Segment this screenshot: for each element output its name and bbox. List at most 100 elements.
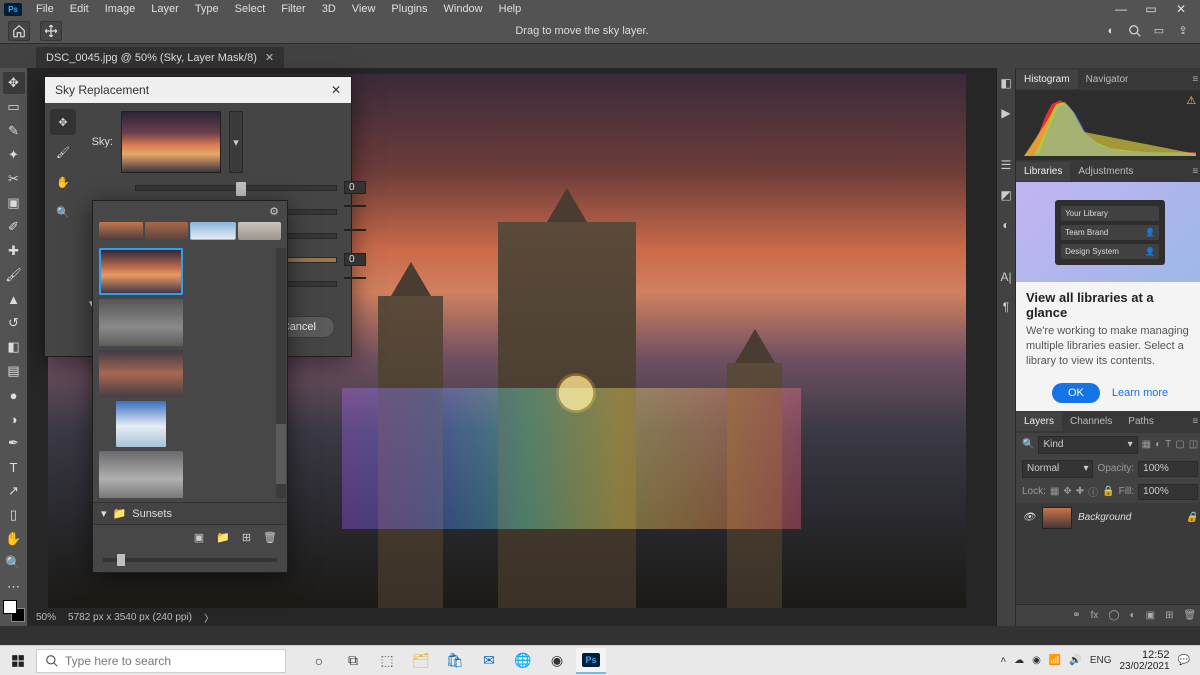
dialog-titlebar[interactable]: Sky Replacement ✕ [45, 77, 351, 103]
panel-icon-play[interactable]: ▶ [997, 104, 1015, 122]
mask-icon[interactable]: ◯ [1108, 610, 1119, 621]
tool-shape[interactable]: ▯ [3, 504, 25, 526]
lock-pixel-icon[interactable]: ✚ [1076, 486, 1084, 497]
picker-gear-icon[interactable]: ⚙ [269, 205, 279, 218]
tab-channels[interactable]: Channels [1062, 412, 1120, 431]
tray-notifications-icon[interactable]: 💬 [1178, 655, 1190, 666]
menu-3d[interactable]: 3D [314, 3, 344, 15]
menu-view[interactable]: View [344, 3, 384, 15]
taskbar-app-photoshop[interactable]: Ps [576, 648, 606, 674]
sky-preset-picker[interactable]: ⚙ ▾ 📁 Sunsets ▣ 📁 ⊞ 🗑 [92, 200, 288, 573]
category-swatch[interactable] [190, 222, 236, 240]
taskbar-app-mail[interactable]: ✉ [474, 648, 504, 674]
layer-filter-kind[interactable]: Kind▾ [1038, 436, 1137, 454]
filter-adjust-icon[interactable]: ◐ [1155, 439, 1161, 450]
link-layers-icon[interactable]: ⚭ [1072, 610, 1080, 621]
taskbar-cortana-icon[interactable]: ○ [304, 648, 334, 674]
tool-zoom[interactable]: 🔍 [3, 552, 25, 574]
category-swatch[interactable] [145, 222, 189, 240]
status-chevron[interactable]: 〉 [204, 610, 214, 625]
tool-edit-toolbar[interactable]: ⋯ [3, 576, 25, 598]
filter-type-icon[interactable]: T [1165, 439, 1171, 450]
layer-thumbnail[interactable] [1042, 507, 1072, 529]
lock-all-icon[interactable]: ▦ [1050, 486, 1059, 497]
taskbar-app-edge[interactable]: 🌐 [508, 648, 538, 674]
blend-mode-select[interactable]: Normal▾ [1022, 460, 1093, 478]
tool-marquee[interactable]: ▭ [3, 96, 25, 118]
sky-preset-thumbnail[interactable] [121, 111, 221, 173]
tab-paths[interactable]: Paths [1120, 412, 1162, 431]
dialog-tool-move[interactable]: ✥ [50, 109, 76, 135]
sky-preset-dropdown[interactable]: ▾ [229, 111, 243, 173]
panel-icon-color[interactable]: ◧ [997, 74, 1015, 92]
sky-preset-item[interactable] [116, 401, 166, 448]
document-tab-close[interactable]: ✕ [265, 51, 274, 64]
new-layer-icon[interactable]: ⊞ [1165, 610, 1173, 621]
lock-pos-icon[interactable]: ✥ [1063, 486, 1071, 497]
panel-menu-icon[interactable]: ≡ [1192, 74, 1200, 85]
picker-new-icon[interactable]: ⊞ [242, 531, 251, 544]
tray-onedrive-icon[interactable]: ☁ [1014, 655, 1024, 666]
menu-type[interactable]: Type [187, 3, 227, 15]
layer-visibility-icon[interactable]: 👁 [1022, 512, 1036, 523]
share-icon[interactable]: ⇪ [1174, 22, 1192, 40]
tool-type[interactable]: T [3, 456, 25, 478]
tool-eyedropper[interactable]: ✐ [3, 216, 25, 238]
tray-lang[interactable]: ENG [1090, 655, 1112, 666]
home-button[interactable] [8, 21, 30, 41]
menu-help[interactable]: Help [491, 3, 530, 15]
taskbar-app-bridge[interactable]: ⬚ [372, 648, 402, 674]
start-button[interactable] [4, 648, 32, 674]
tool-pen[interactable]: ✒ [3, 432, 25, 454]
sky-preset-item[interactable] [99, 451, 183, 498]
lock-nest-icon[interactable]: ⓘ [1088, 484, 1098, 499]
search-icon[interactable] [1126, 22, 1144, 40]
tool-history-brush[interactable]: ↺ [3, 312, 25, 334]
panel-icon-sliders[interactable]: ☰ [997, 156, 1015, 174]
filter-pixel-icon[interactable]: ▦ [1142, 439, 1151, 450]
sky-preset-item[interactable] [99, 299, 183, 346]
menu-select[interactable]: Select [227, 3, 274, 15]
delete-layer-icon[interactable]: 🗑 [1183, 610, 1196, 621]
libcard-learn-link[interactable]: Learn more [1112, 387, 1168, 399]
tool-brush[interactable]: 🖌 [3, 264, 25, 286]
sky-preset-item[interactable] [99, 350, 183, 397]
dialog-tool-zoom[interactable]: 🔍 [50, 199, 76, 225]
tab-histogram[interactable]: Histogram [1016, 70, 1078, 89]
slider-shift-edge[interactable]: 0 [135, 185, 337, 191]
panel-menu-icon[interactable]: ≡ [1192, 166, 1200, 177]
tool-stamp[interactable]: ▲ [3, 288, 25, 310]
tool-crop[interactable]: ✂ [3, 168, 25, 190]
histogram-warning-icon[interactable]: ⚠ [1186, 94, 1196, 107]
layer-name[interactable]: Background [1078, 512, 1131, 523]
adjustment-layer-icon[interactable]: ◐ [1130, 610, 1136, 621]
tray-wifi-icon[interactable]: 📶 [1049, 655, 1061, 666]
taskbar-app-chrome[interactable]: ◉ [542, 648, 572, 674]
sky-preset-item[interactable] [99, 248, 183, 295]
lock-icon[interactable]: 🔒 [1102, 486, 1114, 497]
color-swatches[interactable] [3, 600, 25, 622]
picker-import-icon[interactable]: ▣ [194, 531, 204, 544]
move-tool-indicator[interactable] [40, 21, 62, 41]
menu-plugins[interactable]: Plugins [383, 3, 435, 15]
menu-filter[interactable]: Filter [273, 3, 313, 15]
window-minimize[interactable]: — [1106, 2, 1136, 16]
libcard-ok-button[interactable]: OK [1052, 383, 1100, 403]
panel-icon-type[interactable]: A| [997, 268, 1015, 286]
tab-adjustments[interactable]: Adjustments [1070, 162, 1141, 181]
tool-path[interactable]: ↗ [3, 480, 25, 502]
workspace-icon[interactable]: ▭ [1150, 22, 1168, 40]
taskbar-search[interactable]: Type here to search [36, 649, 286, 673]
status-zoom[interactable]: 50% [36, 612, 56, 623]
tab-navigator[interactable]: Navigator [1078, 70, 1137, 89]
picker-delete-icon[interactable]: 🗑 [263, 531, 277, 544]
taskbar-clock[interactable]: 12:52 23/02/2021 [1119, 649, 1169, 672]
dialog-tool-hand[interactable]: ✋ [50, 169, 76, 195]
tool-move[interactable]: ✥ [3, 72, 25, 94]
dialog-close-icon[interactable]: ✕ [331, 83, 341, 97]
window-restore[interactable]: ▭ [1136, 2, 1166, 16]
panel-icon-adjust[interactable]: ◐ [997, 216, 1015, 234]
panel-icon-styles[interactable]: ◩ [997, 186, 1015, 204]
layer-locked-icon[interactable]: 🔒 [1186, 512, 1198, 523]
system-tray[interactable]: ˄ ☁ ◉ 📶 🔊 ENG 12:52 23/02/2021 💬 [1000, 649, 1196, 672]
